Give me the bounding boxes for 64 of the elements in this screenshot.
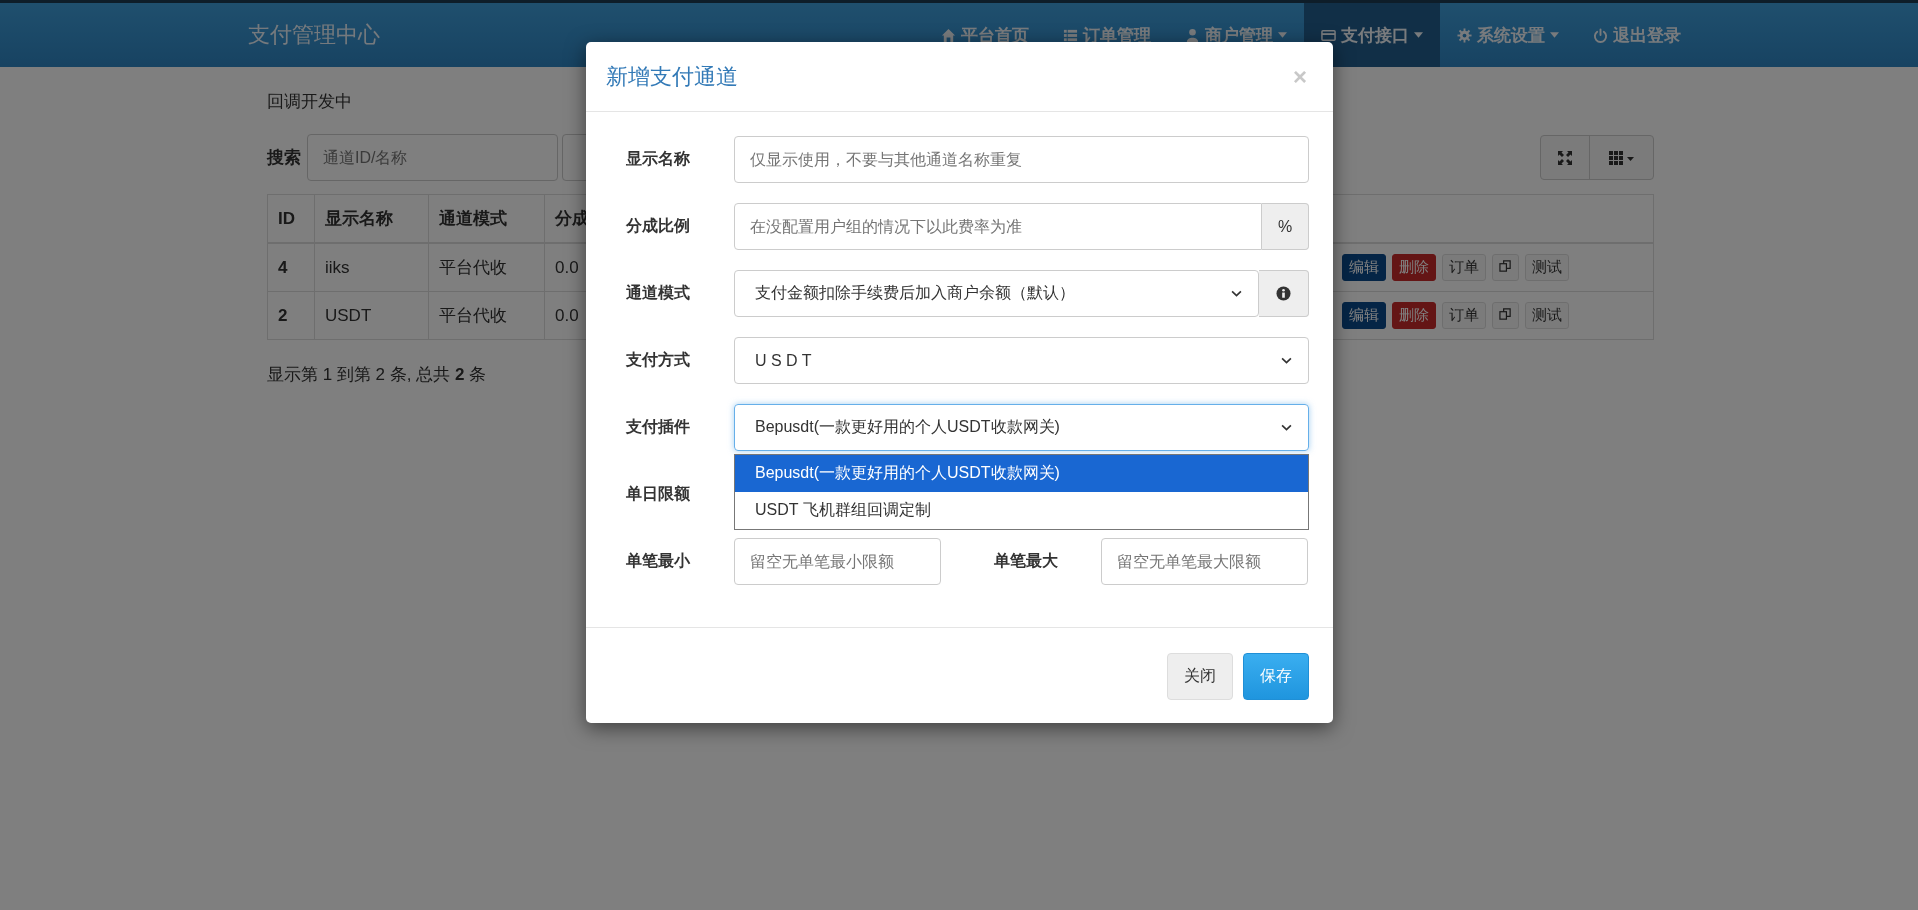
copy-icon (1499, 308, 1512, 321)
nav-item[interactable]: 支付接口 (1304, 3, 1440, 67)
action-button[interactable]: 测试 (1525, 302, 1569, 329)
user-icon (1185, 27, 1200, 43)
caret-icon (1278, 32, 1287, 38)
caret-icon (1414, 32, 1423, 38)
select-field[interactable]: 支付金额扣除手续费后加入商户余额（默认） (734, 270, 1259, 317)
input-field[interactable]: 留空无单笔最小限额 (734, 538, 941, 585)
action-button[interactable]: 订单 (1442, 302, 1486, 329)
action-button[interactable]: 测试 (1525, 254, 1569, 281)
input-field[interactable]: 在没配置用户组的情况下以此费率为准 (734, 203, 1262, 250)
field-label: 单笔最大 (994, 551, 1059, 571)
field-label: 支付插件 (626, 417, 691, 437)
save-button[interactable]: 保存 (1243, 653, 1309, 700)
field-label: 显示名称 (626, 149, 691, 169)
select-field[interactable]: Bepusdt(一款更好用的个人USDT收款网关) (734, 404, 1309, 451)
input-field[interactable]: 留空无单笔最大限额 (1101, 538, 1308, 585)
action-button[interactable]: 删除 (1392, 302, 1436, 329)
field-label: 支付方式 (626, 350, 691, 370)
caret-icon (1550, 32, 1559, 38)
field-label: 分成比例 (626, 216, 691, 236)
select-field[interactable]: U S D T (734, 337, 1309, 384)
search-field[interactable]: 通道ID/名称 (307, 134, 558, 181)
modal-title: 新增支付通道 (606, 62, 738, 91)
notice-text: 回调开发中 (267, 91, 352, 113)
field-label: 单笔最小 (626, 551, 691, 571)
search-label: 搜索 (267, 147, 301, 169)
input-field[interactable]: 仅显示使用，不要与其他通道名称重复 (734, 136, 1309, 183)
pagination-info: 显示第 1 到第 2 条, 总共 2 条 (267, 364, 487, 386)
action-button[interactable]: 编辑 (1342, 254, 1386, 281)
chevron-icon (1281, 424, 1292, 431)
copy-button[interactable] (1492, 302, 1519, 329)
copy-icon (1499, 260, 1512, 273)
percent-addon: % (1262, 203, 1309, 250)
table-cell: iiks (314, 243, 429, 292)
nav-item[interactable]: 系统设置 (1440, 3, 1576, 67)
home-icon (941, 27, 956, 43)
table-cell: 4 (267, 243, 315, 292)
action-button[interactable]: 编辑 (1342, 302, 1386, 329)
action-button[interactable]: 删除 (1392, 254, 1436, 281)
info-icon (1276, 286, 1291, 301)
dropdown-option[interactable]: Bepusdt(一款更好用的个人USDT收款网关) (735, 455, 1308, 492)
table-cell: 平台代收 (428, 243, 545, 292)
close-dialog-button[interactable]: 关闭 (1167, 653, 1233, 700)
settings-icon (1457, 27, 1472, 43)
table-cell: USDT (314, 291, 429, 340)
field-label: 单日限额 (626, 484, 691, 504)
brand-title[interactable]: 支付管理中心 (248, 20, 380, 50)
column-header: ID (267, 194, 315, 243)
fullscreen-icon (1557, 149, 1573, 166)
list-icon (1063, 27, 1078, 43)
table-cell: 2 (267, 291, 315, 340)
nav-item[interactable]: 退出登录 (1576, 3, 1698, 67)
grid-icon (1608, 149, 1635, 166)
credit-card-icon (1321, 27, 1336, 43)
copy-button[interactable] (1492, 254, 1519, 281)
action-button[interactable]: 订单 (1442, 254, 1486, 281)
table-cell: 平台代收 (428, 291, 545, 340)
column-header: 显示名称 (314, 194, 429, 243)
column-header: 通道模式 (428, 194, 545, 243)
chevron-icon (1231, 290, 1242, 297)
dropdown-option[interactable]: USDT 飞机群组回调定制 (735, 492, 1308, 529)
chevron-icon (1281, 357, 1292, 364)
power-icon (1593, 27, 1608, 43)
